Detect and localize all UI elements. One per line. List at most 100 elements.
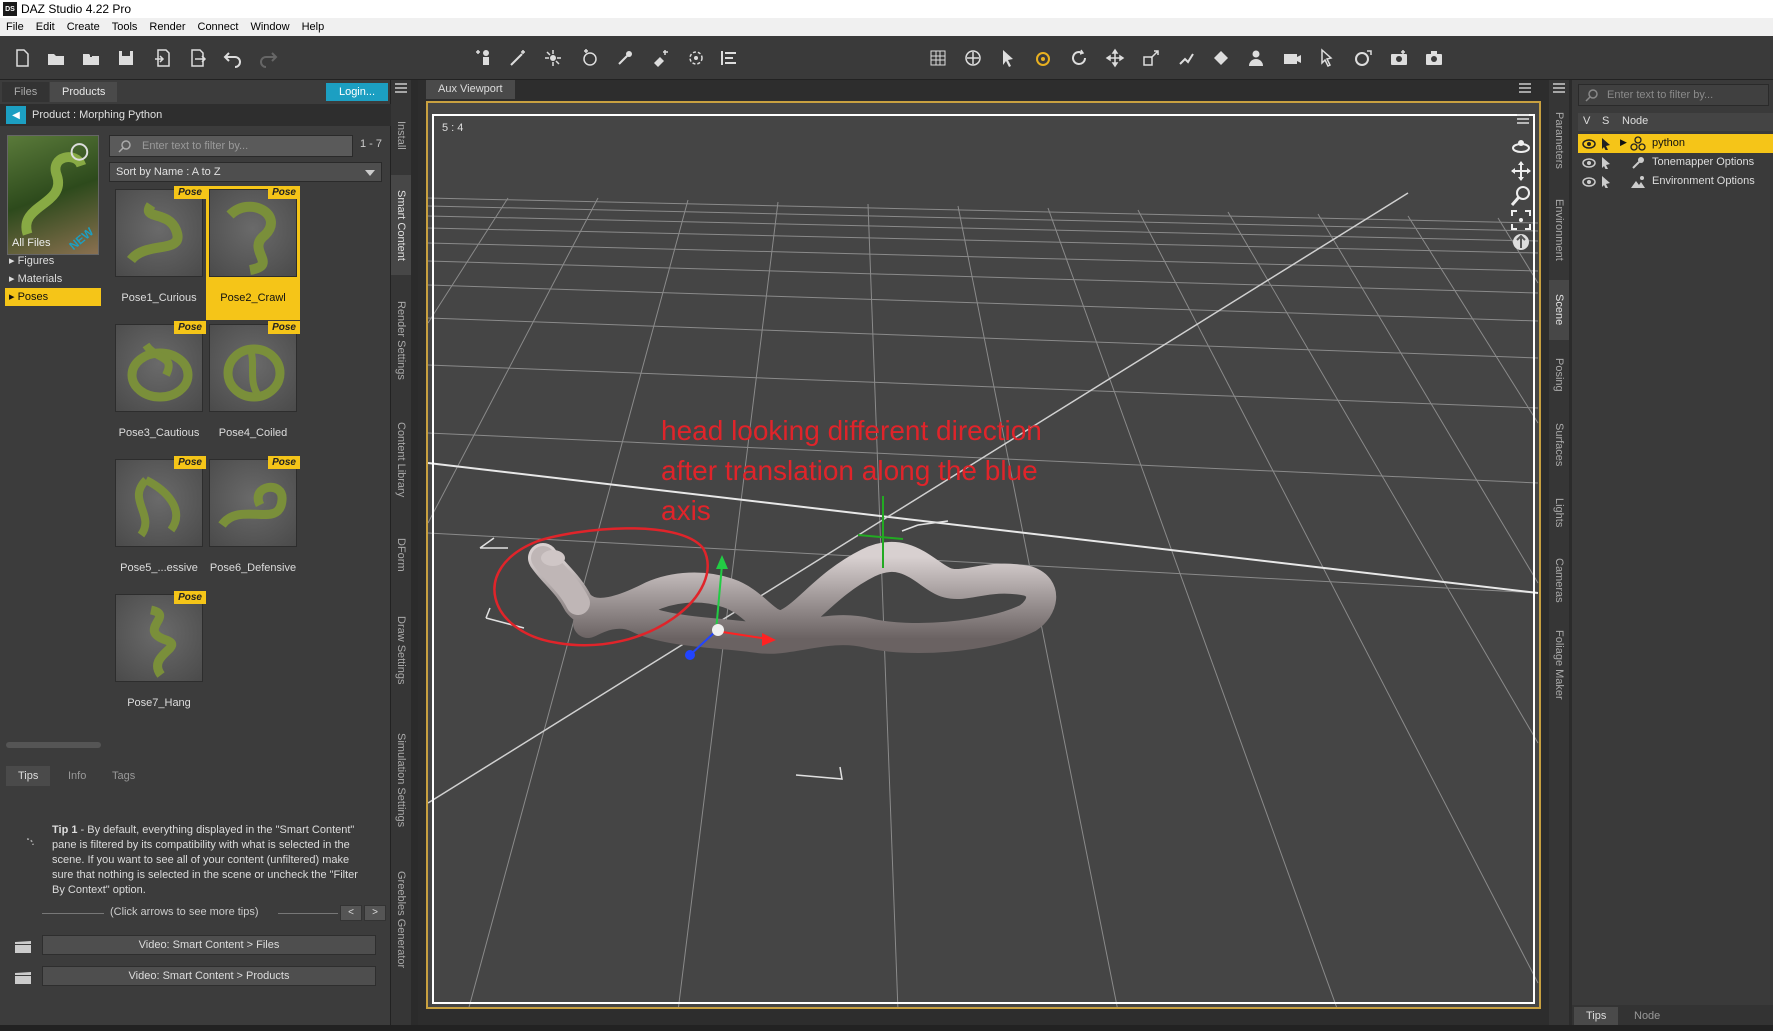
menu-file[interactable]: File [0,21,30,33]
viewport-grid-icon[interactable] [925,45,951,71]
universal-tool-icon[interactable] [960,45,986,71]
all-files-item[interactable]: All Files [8,234,104,252]
tab-dform[interactable]: DForm [391,525,411,585]
joint-editor-icon[interactable] [1173,45,1199,71]
tab-cameras[interactable]: Cameras [1549,545,1569,615]
menu-tools[interactable]: Tools [106,21,144,33]
back-arrow-icon[interactable]: ◀ [6,106,26,124]
tab-greebles-generator[interactable]: Greebles Generator [391,855,411,985]
sort-select[interactable]: Sort by Name : A to Z [109,162,382,182]
distant-light-icon[interactable] [577,45,603,71]
category-figures[interactable]: ▸ Figures [5,252,101,270]
next-tip-button[interactable]: > [364,905,386,921]
scene-node-row[interactable]: Environment Options [1578,172,1773,191]
light-wand-icon[interactable] [505,45,531,71]
menu-connect[interactable]: Connect [192,21,245,33]
login-button[interactable]: Login... [326,83,388,101]
content-search-input[interactable]: Enter text to filter by... [109,135,353,157]
tab-surfaces[interactable]: Surfaces [1549,410,1569,480]
pose-tile[interactable]: Pose Pose7_Hang [112,591,206,725]
tab-info[interactable]: Info [56,766,98,786]
camera-tool-icon[interactable] [1279,45,1305,71]
pose-tile[interactable]: Pose Pose4_Coiled [206,321,300,455]
menu-edit[interactable]: Edit [30,21,61,33]
new-file-icon[interactable] [9,45,35,71]
expand-arrow-icon[interactable]: ▶ [1620,137,1627,148]
visibility-eye-icon[interactable] [1582,156,1596,169]
category-poses[interactable]: ▸ Poses [5,288,101,306]
tab-products[interactable]: Products [50,82,118,102]
tab-lights[interactable]: Lights [1549,485,1569,540]
tab-node[interactable]: Node [1622,1007,1672,1025]
horizontal-scrollbar[interactable] [6,742,101,748]
align-icon[interactable] [716,45,742,71]
pose-tile[interactable]: Pose Pose2_Crawl [206,186,300,320]
tab-smart-content[interactable]: Smart Content [391,175,411,275]
tab-draw-settings[interactable]: Draw Settings [391,595,411,705]
tab-install[interactable]: Install [391,105,411,165]
selectable-cursor-icon[interactable] [1600,156,1614,169]
tab-tips[interactable]: Tips [1574,1007,1619,1025]
selectable-cursor-icon[interactable] [1600,137,1614,150]
create-camera-icon[interactable] [648,45,674,71]
menu-window[interactable]: Window [244,21,295,33]
tab-scene[interactable]: Scene [1549,280,1569,340]
tab-parameters[interactable]: Parameters [1549,100,1569,180]
frame-icon[interactable] [1510,209,1532,231]
surface-selection-icon[interactable] [1314,45,1340,71]
pan-icon[interactable] [1510,160,1532,182]
visibility-eye-icon[interactable] [1582,137,1596,150]
category-materials[interactable]: ▸ Materials [5,270,101,288]
visibility-eye-icon[interactable] [1582,175,1596,188]
pose-tile[interactable]: Pose Pose3_Cautious [112,321,206,455]
tab-files[interactable]: Files [2,82,50,102]
scene-search-input[interactable]: Enter text to filter by... [1578,84,1769,106]
tab-render-settings[interactable]: Render Settings [391,285,411,395]
frame-menu-icon[interactable] [1517,114,1529,124]
spotlight-icon[interactable] [540,45,566,71]
active-pose-tool-icon[interactable] [1030,45,1056,71]
reset-view-icon[interactable] [1510,231,1532,253]
scene-node-row[interactable]: ▶ python [1578,134,1773,153]
render-icon[interactable] [1421,45,1447,71]
node-icon[interactable] [683,45,709,71]
pose-tile[interactable]: Pose Pose6_Defensive [206,456,300,590]
scale-tool-icon[interactable] [1138,45,1164,71]
export-icon[interactable] [185,45,211,71]
scene-node-row[interactable]: Tonemapper Options [1578,153,1773,172]
geometry-editor-icon[interactable] [1208,45,1234,71]
tab-foliage-maker[interactable]: Foliage Maker [1549,620,1569,710]
menu-create[interactable]: Create [61,21,106,33]
import-icon[interactable] [150,45,176,71]
create-figure-icon[interactable] [471,45,497,71]
merge-icon[interactable] [78,45,104,71]
open-icon[interactable] [43,45,69,71]
orbit-icon[interactable] [1510,135,1532,157]
render-settings-icon[interactable] [1386,45,1412,71]
pose-tile[interactable]: Pose Pose5_...essive [112,456,206,590]
menu-render[interactable]: Render [143,21,191,33]
pose-tile[interactable]: Pose Pose1_Curious [112,186,206,320]
menu-help[interactable]: Help [296,21,331,33]
column-selectable[interactable]: S [1602,115,1609,127]
column-visible[interactable]: V [1583,115,1590,127]
viewport-menu-icon[interactable] [1518,82,1532,94]
point-light-icon[interactable] [612,45,638,71]
tab-aux-viewport[interactable]: Aux Viewport [426,80,515,99]
tab-environment[interactable]: Environment [1549,185,1569,275]
undo-icon[interactable] [220,45,246,71]
tab-simulation-settings[interactable]: Simulation Settings [391,715,411,845]
select-tool-icon[interactable] [995,45,1021,71]
redo-icon[interactable] [255,45,281,71]
tab-tips[interactable]: Tips [6,766,51,786]
selectable-cursor-icon[interactable] [1600,175,1614,188]
viewport-frame[interactable]: 5 : 4 head looking different direction a… [426,101,1541,1009]
translate-tool-icon[interactable] [1102,45,1128,71]
save-icon[interactable] [113,45,139,71]
column-node[interactable]: Node [1622,115,1648,127]
tab-posing[interactable]: Posing [1549,345,1569,405]
panel-menu-icon[interactable] [394,82,408,94]
tab-content-library[interactable]: Content Library [391,405,411,515]
video-files-button[interactable]: Video: Smart Content > Files [42,935,376,955]
tab-tags[interactable]: Tags [100,766,147,786]
